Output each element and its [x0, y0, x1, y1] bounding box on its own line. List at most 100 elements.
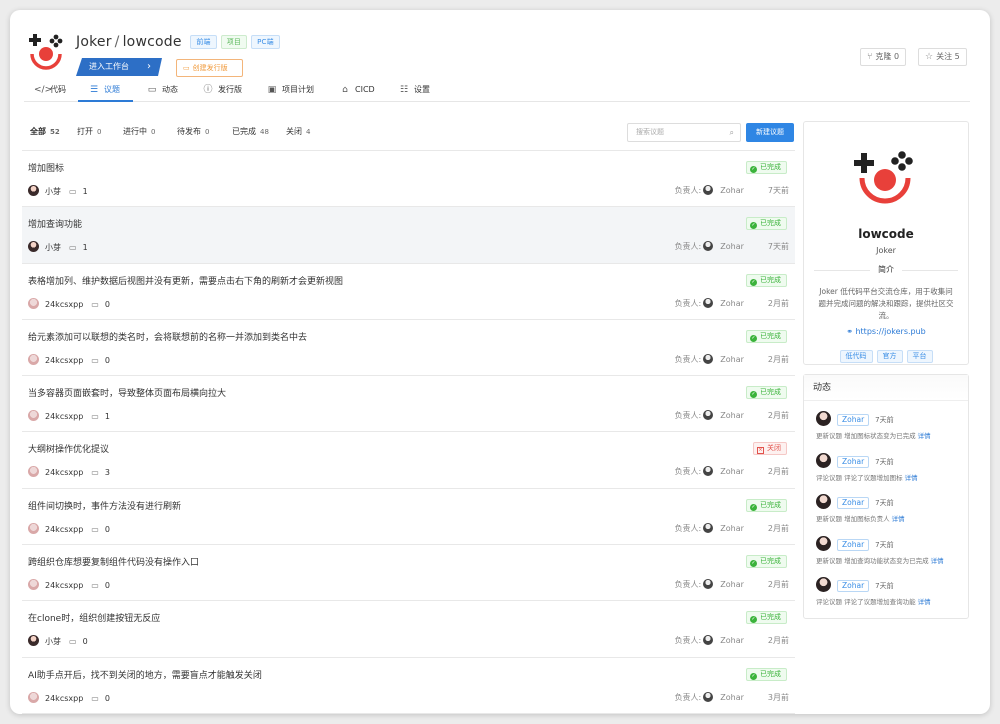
assignee-name[interactable]: Zohar [720, 299, 744, 308]
avatar [703, 185, 714, 195]
assignee-name[interactable]: Zohar [720, 580, 744, 589]
tab-plan[interactable]: ▣ 项目计划 [266, 82, 314, 102]
profile-tag[interactable]: 低代码 [839, 350, 873, 363]
issue-title[interactable]: 大纲树操作优化提议 [28, 442, 109, 455]
assignee-name[interactable]: Zohar [720, 636, 744, 645]
issue-meta: 24kcsxpp ▭ 0 [28, 579, 110, 591]
enter-workspace-button[interactable]: 进入工作台 › [76, 58, 162, 76]
activity-desc: 更新议题 增加图标负责人 详情 [816, 513, 905, 523]
follow-label: 关注 [936, 52, 953, 61]
filter-done[interactable]: 已完成 48 [232, 126, 269, 137]
filter-all[interactable]: 全部 52 [30, 126, 60, 137]
assignee-label: 负责人: [674, 523, 702, 533]
issue-title[interactable]: 增加图标 [28, 161, 64, 174]
activity-desc: 更新议题 增加查询功能状态变为已完成 详情 [816, 555, 944, 565]
search-input[interactable]: 搜索议题 ⌕ [627, 123, 741, 142]
issue-author[interactable]: 小芽 [45, 187, 61, 196]
issue-title[interactable]: 增加查询功能 [28, 217, 82, 230]
filter-pending-release[interactable]: 待发布 0 [177, 126, 209, 137]
issue-row[interactable]: 当多容器页面嵌套时，导致整体页面布局横向拉大 ✓ 已完成 24kcsxpp ▭ 1 负责人:… [22, 376, 795, 433]
issue-row[interactable]: 大纲树操作优化提议 × 关闭 24kcsxpp ▭ 3 负责人: Zohar 2月前 [22, 432, 795, 489]
issue-title[interactable]: 给元素添加可以联想的类名时，会将联想前的名称一并添加到类名中去 [28, 330, 307, 343]
activity-time: 7天前 [875, 582, 894, 590]
issue-title[interactable]: 跨组织仓库想要复制组件代码没有操作入口 [28, 555, 199, 568]
issue-title[interactable]: 组件间切换时，事件方法没有进行刷新 [28, 499, 181, 512]
issue-row[interactable]: 给元素添加可以联想的类名时，会将联想前的名称一并添加到类名中去 ✓ 已完成 24kcs… [22, 320, 795, 377]
detail-link[interactable]: 详情 [931, 557, 944, 565]
filter-in-progress[interactable]: 进行中 0 [123, 126, 155, 137]
issue-author[interactable]: 24kcsxpp [45, 581, 83, 590]
tab-release[interactable]: ⓘ 发行版 [202, 82, 242, 102]
issue-time: 7天前 [767, 186, 789, 195]
tab-cicd[interactable]: ⌂ CICD [339, 82, 375, 102]
assignee-name[interactable]: Zohar [720, 355, 744, 364]
assignee-name[interactable]: Zohar [720, 411, 744, 420]
clone-button[interactable]: ⑂ 克隆 0 [860, 48, 907, 66]
activity-item: Zohar 7天前 评论议题 评论了议题增加图标 详情 [816, 449, 966, 487]
issue-title[interactable]: AI助手点开后，找不到关闭的地方，需要盲点才能触发关闭 [28, 668, 262, 681]
issue-meta: 小芽 ▭ 1 [28, 185, 88, 197]
detail-link[interactable]: 详情 [892, 515, 905, 523]
tab-activity[interactable]: ▭ 动态 [146, 82, 178, 102]
tab-settings[interactable]: ☷ 设置 [398, 82, 430, 102]
avatar [28, 185, 39, 196]
issue-author[interactable]: 小芽 [45, 637, 61, 646]
status-label: 已完成 [760, 219, 781, 228]
issue-row[interactable]: 增加图标 ✓ 已完成 小芽 ▭ 1 负责人: Zohar 7天前 [22, 151, 795, 208]
joker-logo [854, 151, 913, 204]
repo-name[interactable]: lowcode [123, 34, 182, 50]
activity-user[interactable]: Zohar [837, 580, 870, 592]
issue-title[interactable]: 表格增加列、维护数据后视图并没有更新，需要点击右下角的刷新才会更新视图 [28, 274, 343, 287]
filter-label: 进行中 [123, 127, 147, 136]
tab-code[interactable]: </>代码 [34, 82, 66, 102]
detail-link[interactable]: 详情 [918, 432, 931, 440]
issue-author[interactable]: 小芽 [45, 243, 61, 252]
issue-author[interactable]: 24kcsxpp [45, 300, 83, 309]
issue-row[interactable]: AI助手点开后，找不到关闭的地方，需要盲点才能触发关闭 ✓ 已完成 24kcsxpp ▭… [22, 658, 795, 714]
profile-tag[interactable]: 平台 [906, 350, 933, 363]
issue-row[interactable]: 增加查询功能 ✓ 已完成 小芽 ▭ 1 负责人: Zohar 7天前 [22, 207, 795, 264]
comment-icon: ▭ [91, 524, 99, 534]
activity-user[interactable]: Zohar [837, 497, 870, 509]
assignee-name[interactable]: Zohar [720, 693, 744, 702]
profile-tag[interactable]: 官方 [876, 350, 903, 363]
issue-author[interactable]: 24kcsxpp [45, 356, 83, 365]
activity-user[interactable]: Zohar [837, 414, 870, 426]
assignee-name[interactable]: Zohar [720, 186, 744, 195]
issue-author[interactable]: 24kcsxpp [45, 468, 83, 477]
create-release-button[interactable]: ▭ 创建发行版 [176, 59, 243, 77]
activity-user[interactable]: Zohar [837, 538, 870, 551]
detail-link[interactable]: 详情 [918, 598, 931, 606]
activity-time: 7天前 [875, 499, 894, 507]
profile-link[interactable]: ⚭ https://jokers.pub [804, 327, 968, 336]
filter-open[interactable]: 打开 0 [77, 126, 101, 137]
issue-title[interactable]: 在clone时，组织创建按钮无反应 [28, 611, 160, 624]
assignee-name[interactable]: Zohar [720, 242, 744, 251]
tab-label: 议题 [104, 85, 120, 94]
tab-label: CICD [355, 85, 375, 94]
issue-row[interactable]: 在clone时，组织创建按钮无反应 ✓ 已完成 小芽 ▭ 0 负责人: Zohar 2月前 [22, 601, 795, 658]
status-badge: ✓ 已完成 [746, 273, 787, 287]
activity-user[interactable]: Zohar [837, 455, 870, 468]
status-label: 已完成 [760, 557, 781, 566]
repo-header: Joker / lowcode 前端 项目 PC端 进入工作台 › ▭ 创建发行版 ⑂ 克隆… [24, 18, 970, 90]
issue-row[interactable]: 跨组织仓库想要复制组件代码没有操作入口 ✓ 已完成 24kcsxpp ▭ 0 负责人: Zoh… [22, 545, 795, 602]
follow-button[interactable]: ☆ 关注 5 [918, 48, 967, 66]
issue-author[interactable]: 24kcsxpp [45, 412, 83, 421]
detail-link[interactable]: 详情 [905, 474, 918, 482]
follow-count: 5 [954, 52, 960, 61]
comment-count: 3 [104, 468, 110, 478]
issue-row[interactable]: 表格增加列、维护数据后视图并没有更新，需要点击右下角的刷新才会更新视图 ✓ 已完成 2… [22, 264, 795, 320]
filter-closed[interactable]: 关闭 4 [286, 126, 310, 137]
tab-issues[interactable]: ☰ 议题 [78, 82, 133, 102]
assignee-name[interactable]: Zohar [720, 467, 744, 476]
issue-assignee-info: 负责人: Zohar 2月前 [675, 635, 789, 647]
issue-row[interactable]: 组件间切换时，事件方法没有进行刷新 ✓ 已完成 24kcsxpp ▭ 0 负责人: Zohar… [22, 489, 795, 546]
assignee-label: 负责人: [674, 354, 702, 364]
issue-author[interactable]: 24kcsxpp [45, 694, 83, 703]
issue-author[interactable]: 24kcsxpp [45, 525, 83, 534]
repo-owner[interactable]: Joker [76, 34, 112, 50]
new-issue-button[interactable]: 新建议题 [746, 123, 794, 142]
issue-title[interactable]: 当多容器页面嵌套时，导致整体页面布局横向拉大 [28, 386, 226, 399]
assignee-name[interactable]: Zohar [720, 524, 744, 533]
